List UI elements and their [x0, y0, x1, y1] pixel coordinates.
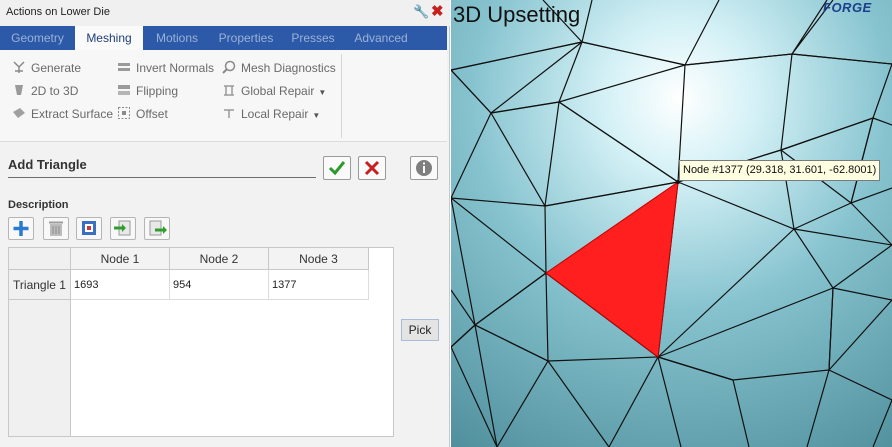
add-row-button[interactable] — [8, 217, 34, 240]
offset-button[interactable]: Offset — [117, 105, 168, 123]
table-corner — [9, 248, 71, 270]
forge-logo: FORGE — [823, 0, 872, 15]
section-divider — [8, 177, 316, 178]
info-icon — [416, 160, 432, 176]
cross-icon — [364, 160, 380, 176]
tab-properties[interactable]: Properties — [212, 26, 280, 50]
column-header-node-3[interactable]: Node 3 — [269, 248, 369, 270]
local-repair-dropdown[interactable]: Local Repair ▼ — [222, 105, 320, 123]
tab-motions[interactable]: Motions — [146, 26, 208, 50]
node-tooltip: Node #1377 (29.318, 31.601, -62.8001) — [679, 160, 881, 181]
checkmark-icon — [328, 161, 346, 176]
chevron-down-icon: ▼ — [312, 111, 321, 120]
cell-node-3[interactable]: 1377 — [269, 270, 369, 300]
row-header-triangle-1[interactable]: Triangle 1 — [9, 270, 71, 300]
actions-panel: Actions on Lower Die 🔧 ✖ Geometry Meshin… — [0, 0, 450, 447]
import-button[interactable] — [110, 217, 136, 240]
invert-normals-icon — [118, 63, 130, 71]
generate-button[interactable]: Generate — [12, 59, 81, 77]
select-icon — [82, 221, 96, 235]
meshing-ribbon: Generate 2D to 3D Extract Surface Invert… — [0, 50, 447, 142]
flipping-button[interactable]: Flipping — [117, 82, 178, 100]
section-title: Add Triangle — [8, 157, 87, 172]
2d-to-3d-icon — [15, 85, 23, 95]
description-label: Description — [8, 199, 69, 211]
generate-icon — [13, 61, 25, 73]
offset-label: Offset — [136, 107, 168, 121]
extract-surface-icon — [13, 108, 25, 118]
invert-normals-label: Invert Normals — [136, 61, 215, 75]
tab-bar: Geometry Meshing Motions Properties Pres… — [0, 26, 447, 50]
mesh-canvas[interactable] — [451, 0, 892, 447]
delete-icon — [49, 221, 63, 236]
flipping-icon — [118, 85, 130, 95]
column-header-node-2[interactable]: Node 2 — [170, 248, 269, 270]
info-button[interactable] — [410, 156, 438, 180]
magnifier-icon — [222, 60, 236, 74]
panel-title: Actions on Lower Die — [6, 6, 110, 18]
tools-icon[interactable]: 🔧 — [413, 4, 429, 20]
global-repair-label: Global Repair — [241, 84, 315, 98]
confirm-button[interactable] — [323, 156, 351, 180]
3d-viewport[interactable]: 3D Upsetting FORGE Node #1377 (29.318, 3… — [451, 0, 892, 447]
tab-meshing[interactable]: Meshing — [75, 26, 143, 50]
cancel-button[interactable] — [358, 156, 386, 180]
global-repair-icon — [224, 85, 234, 96]
2d-to-3d-label: 2D to 3D — [31, 84, 79, 98]
2d-to-3d-button[interactable]: 2D to 3D — [12, 82, 78, 100]
tab-advanced[interactable]: Advanced — [346, 26, 416, 50]
cell-node-1[interactable]: 1693 — [71, 270, 170, 300]
invert-normals-button[interactable]: Invert Normals — [117, 59, 214, 77]
delete-row-button[interactable] — [43, 217, 69, 240]
cell-node-2[interactable]: 954 — [170, 270, 269, 300]
add-icon — [13, 221, 29, 236]
export-button[interactable] — [144, 217, 170, 240]
close-icon[interactable]: ✖ — [431, 2, 444, 20]
extract-surface-button[interactable]: Extract Surface — [12, 105, 113, 123]
flipping-label: Flipping — [136, 84, 179, 98]
pick-button[interactable]: Pick — [401, 319, 439, 341]
extract-surface-label: Extract Surface — [31, 107, 114, 121]
import-icon — [114, 220, 131, 236]
triangle-table: Node 1 Node 2 Node 3 Triangle 1 1693 954… — [8, 247, 394, 437]
local-repair-label: Local Repair — [241, 107, 309, 121]
viewport-title: 3D Upsetting — [453, 2, 581, 27]
tab-geometry[interactable]: Geometry — [0, 26, 75, 50]
ribbon-divider — [341, 54, 342, 138]
column-header-node-1[interactable]: Node 1 — [71, 248, 170, 270]
select-button[interactable] — [76, 217, 102, 240]
mesh-diagnostics-button[interactable]: Mesh Diagnostics — [222, 59, 336, 77]
mesh-diagnostics-label: Mesh Diagnostics — [241, 61, 336, 75]
row-header-area — [9, 300, 71, 436]
generate-label: Generate — [31, 61, 82, 75]
local-repair-icon — [224, 109, 234, 118]
panel-titlebar: Actions on Lower Die 🔧 ✖ — [0, 0, 450, 26]
chevron-down-icon: ▼ — [318, 88, 327, 97]
global-repair-dropdown[interactable]: Global Repair ▼ — [222, 82, 326, 100]
tab-presses[interactable]: Presses — [284, 26, 342, 50]
export-icon — [149, 220, 167, 236]
offset-icon — [118, 107, 130, 119]
